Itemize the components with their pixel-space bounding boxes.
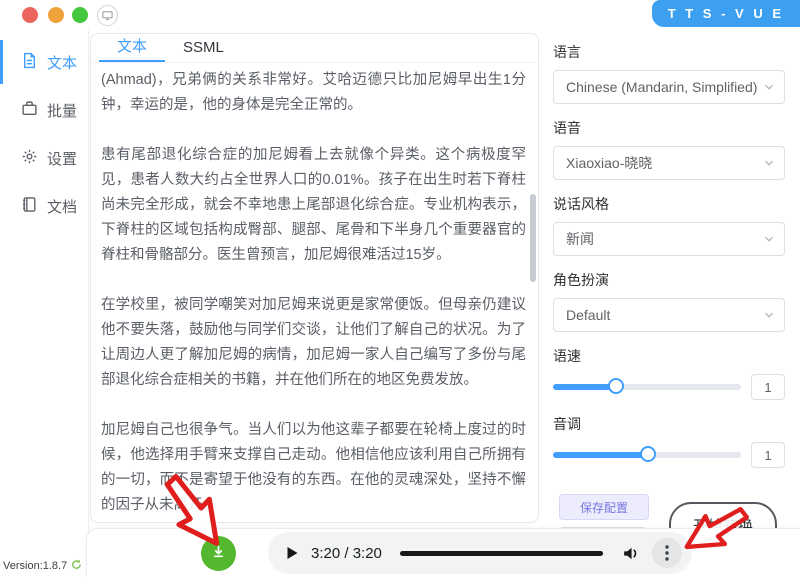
voice-select[interactable]: Xiaoxiao-晓晓	[553, 146, 785, 180]
audio-player: 3:20 / 3:20	[268, 532, 692, 574]
sidebar-item-text[interactable]: 文本	[0, 42, 88, 82]
sidebar-item-settings[interactable]: 设置	[0, 138, 88, 178]
pitch-label: 音调	[553, 414, 785, 434]
chevron-down-icon	[764, 310, 774, 320]
voice-value: Xiaoxiao-晓晓	[566, 153, 764, 173]
player-progress-bar[interactable]	[400, 551, 603, 556]
book-icon	[21, 196, 38, 217]
speaking-style-label: 说话风格	[553, 194, 785, 214]
save-config-button[interactable]: 保存配置	[559, 494, 649, 520]
version-label: Version:1.8.7	[3, 560, 67, 572]
role-play-select[interactable]: Default	[553, 298, 785, 332]
volume-button[interactable]	[621, 544, 640, 563]
window-maximize-button[interactable]	[72, 7, 88, 23]
download-button[interactable]	[201, 536, 236, 571]
version-info: Version:1.8.7	[3, 559, 82, 573]
sidebar-item-label: 设置	[47, 148, 77, 169]
window-minimize-button[interactable]	[48, 7, 64, 23]
sidebar-item-batch[interactable]: 批量	[0, 90, 88, 130]
download-icon	[211, 544, 226, 564]
language-value: Chinese (Mandarin, Simplified)	[566, 79, 764, 95]
document-icon	[21, 52, 38, 73]
chevron-down-icon	[764, 158, 774, 168]
pitch-slider[interactable]	[553, 452, 741, 458]
player-time: 3:20 / 3:20	[311, 545, 382, 562]
more-options-button[interactable]	[652, 538, 682, 568]
window-close-button[interactable]	[22, 7, 38, 23]
player-bar: 3:20 / 3:20	[86, 528, 800, 577]
sidebar-item-label: 批量	[47, 100, 77, 121]
role-play-label: 角色扮演	[553, 270, 785, 290]
tab-ssml[interactable]: SSML	[165, 35, 242, 62]
language-label: 语言	[553, 42, 785, 62]
chevron-down-icon	[764, 234, 774, 244]
app-logo: T T S - V U E	[652, 0, 800, 27]
sidebar-item-docs[interactable]: 文档	[0, 186, 88, 226]
titlebar: T T S - V U E	[0, 0, 800, 30]
refresh-icon[interactable]	[71, 559, 82, 573]
pitch-slider-thumb[interactable]	[640, 446, 656, 462]
speaking-style-value: 新闻	[566, 229, 764, 249]
language-select[interactable]: Chinese (Mandarin, Simplified)	[553, 70, 785, 104]
speed-slider-thumb[interactable]	[608, 378, 624, 394]
voice-label: 语音	[553, 118, 785, 138]
gear-icon	[21, 148, 38, 169]
play-button[interactable]	[286, 546, 299, 560]
text-input-area[interactable]: (Ahmad)，兄弟俩的关系非常好。艾哈迈德只比加尼姆早出生1分钟，幸运的是，他…	[91, 63, 538, 514]
briefcase-icon	[21, 100, 38, 121]
speaking-style-select[interactable]: 新闻	[553, 222, 785, 256]
role-play-value: Default	[566, 307, 764, 323]
speed-slider[interactable]	[553, 384, 741, 390]
tab-text[interactable]: 文本	[99, 31, 165, 62]
sidebar: 文本 批量 设置 文档	[0, 30, 89, 577]
speed-value[interactable]: 1	[751, 374, 785, 400]
chevron-down-icon	[764, 82, 774, 92]
vertical-dots-icon	[665, 545, 669, 561]
monitor-icon[interactable]	[97, 5, 118, 26]
editor-card: 文本 SSML (Ahmad)，兄弟俩的关系非常好。艾哈迈德只比加尼姆早出生1分…	[90, 33, 539, 523]
pitch-value[interactable]: 1	[751, 442, 785, 468]
sidebar-item-label: 文本	[47, 52, 77, 73]
speed-label: 语速	[553, 346, 785, 366]
editor-tabbar: 文本 SSML	[91, 34, 538, 63]
editor-scrollbar[interactable]	[530, 194, 536, 282]
settings-panel: 语言 Chinese (Mandarin, Simplified) 语音 Xia…	[553, 30, 785, 557]
sidebar-item-label: 文档	[47, 196, 77, 217]
